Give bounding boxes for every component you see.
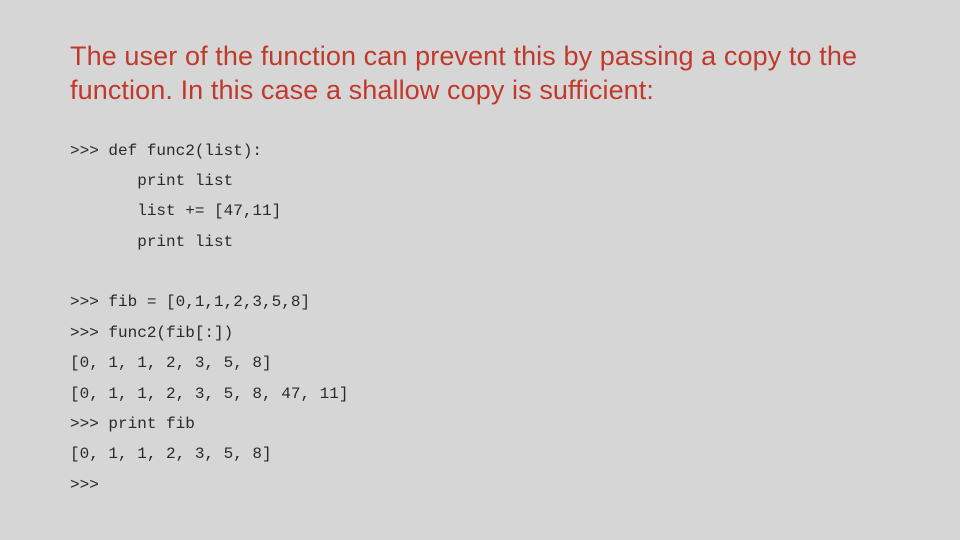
code-line: >>> <box>70 476 99 494</box>
code-line: print list <box>70 233 233 251</box>
code-line: [0, 1, 1, 2, 3, 5, 8, 47, 11] <box>70 385 348 403</box>
code-line: >>> fib = [0,1,1,2,3,5,8] <box>70 293 310 311</box>
code-line: >>> func2(fib[:]) <box>70 324 233 342</box>
code-line: >>> def func2(list): <box>70 142 262 160</box>
slide-heading: The user of the function can prevent thi… <box>70 40 890 108</box>
code-line: print list <box>70 172 233 190</box>
code-line: >>> print fib <box>70 415 195 433</box>
code-block: >>> def func2(list): print list list += … <box>70 136 890 501</box>
code-line: list += [47,11] <box>70 202 281 220</box>
code-line: [0, 1, 1, 2, 3, 5, 8] <box>70 354 272 372</box>
code-line: [0, 1, 1, 2, 3, 5, 8] <box>70 445 272 463</box>
slide-container: The user of the function can prevent thi… <box>0 0 960 540</box>
